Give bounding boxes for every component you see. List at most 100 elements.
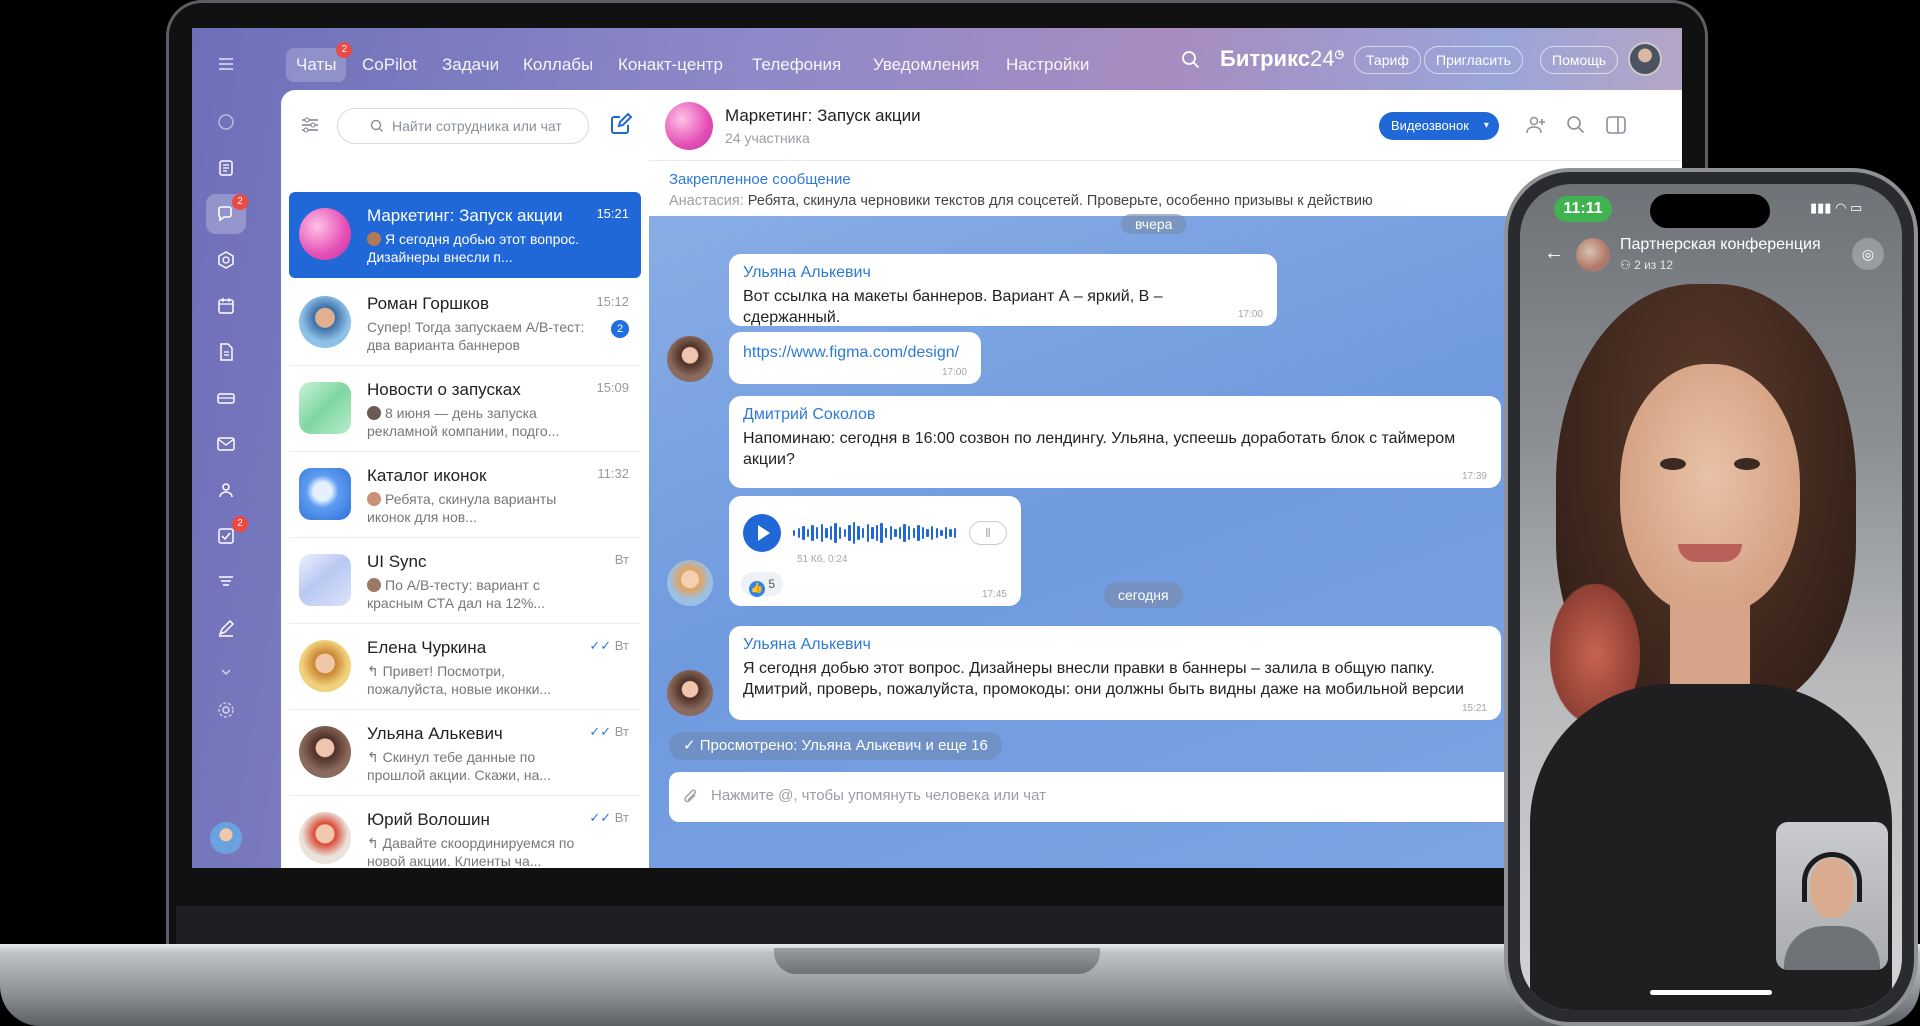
nav-tasks[interactable]: Задачи [432,48,509,82]
sender-mini-avatar [367,578,381,592]
message-bubble[interactable]: Ульяна Алькевич Я сегодня добью этот воп… [729,626,1501,720]
day-separator-today: сегодня [1104,582,1183,608]
pinned-label: Закрепленное сообщение [669,171,851,188]
reaction-count: 5 [768,577,776,591]
tariff-button[interactable]: Тариф [1354,46,1421,74]
message-bubble[interactable]: Дмитрий Соколов Напоминаю: сегодня в 16:… [729,396,1501,488]
rail-user-avatar[interactable] [210,822,242,854]
rail-docs-icon[interactable] [206,332,246,372]
nav-chats[interactable]: Чаты 2 [286,42,353,82]
video-call-button[interactable]: Видеозвонок ▾ [1379,112,1499,140]
nav-telephony[interactable]: Телефония [742,48,851,82]
help-button[interactable]: Помощь [1540,46,1619,74]
seen-indicator[interactable]: ✓ Просмотрено: Ульяна Алькевич и еще 16 [669,732,1002,760]
filter-icon[interactable] [299,114,321,141]
rail-filter-icon[interactable] [206,562,246,602]
rail-collab-icon[interactable] [206,240,246,280]
reaction-badge[interactable]: 👍 5 [741,572,784,597]
chat-time-text: Вт [614,638,629,653]
sender-mini-avatar [367,406,381,420]
voice-meta: 51 Кб, 0:24 [797,554,848,565]
rail-tasks-icon[interactable]: 2 [206,516,248,556]
invite-button[interactable]: Пригласить [1424,46,1523,74]
message-time: 17:00 [941,367,967,378]
play-button[interactable] [743,514,781,552]
message-avatar[interactable] [667,560,713,606]
brand-logo: Битрикс24◷ [1220,46,1345,71]
chat-name: Маркетинг: Запуск акции [367,206,563,225]
participant-eye-right [1734,458,1760,470]
message-link[interactable]: https://www.figma.com/design/ [743,342,967,363]
waveform-bar [944,527,948,539]
rail-sign-icon[interactable] [206,608,246,648]
chat-time: ✓✓ Вт [589,810,629,826]
rail-team-icon[interactable] [206,470,246,510]
sidebar-toggle-icon[interactable] [1605,114,1627,141]
rail-chats-icon[interactable]: 2 [206,194,248,234]
chat-item-elena[interactable]: Елена Чуркина ✓✓ Вт ↰ Привет! Посмотри, … [289,624,641,710]
chat-item-marketing[interactable]: Маркетинг: Запуск акции 15:21 Я сегодня … [289,192,641,278]
chat-search-input[interactable]: Найти сотрудника или чат [337,108,589,144]
rail-more-chevron-icon[interactable] [206,652,246,692]
voice-speed-icon[interactable]: ⦀ [969,521,1007,545]
chat-item-icons[interactable]: Каталог иконок 11:32 Ребята, скинула вар… [289,452,641,538]
voice-waveform[interactable] [793,522,963,544]
user-avatar[interactable] [1628,42,1662,76]
new-chat-icon[interactable] [609,112,633,141]
chat-item-ulyana[interactable]: Ульяна Алькевич ✓✓ Вт ↰ Скинул тебе данн… [289,710,641,796]
rail-drive-icon[interactable] [206,378,246,418]
message-bubble-link[interactable]: https://www.figma.com/design/ 17:00 [729,332,981,384]
call-subtitle-text: 2 из 12 [1634,258,1673,272]
chat-avatar [299,640,351,692]
back-arrow-icon[interactable]: ← [1544,242,1564,265]
call-signal-icon[interactable]: ◎ [1852,238,1884,270]
rail-calendar-icon[interactable] [206,286,246,326]
chat-item-yuri[interactable]: Юрий Волошин ✓✓ Вт ↰ Давайте скоординиру… [289,796,641,868]
chat-time: ✓✓ Вт [589,638,629,654]
waveform-bar [829,526,833,540]
message-author: Дмитрий Соколов [743,406,876,423]
search-icon[interactable] [1180,49,1202,76]
chat-item-uisync[interactable]: UI Sync Вт По А/В-тесту: вариант с красн… [289,538,641,624]
waveform-bar [857,526,860,540]
nav-settings[interactable]: Настройки [996,48,1099,82]
nav-collabs[interactable]: Коллабы [513,48,603,82]
chat-snippet: Я сегодня добью этот вопрос. Дизайнеры в… [367,230,585,268]
chat-item-roman[interactable]: Роман Горшков 15:12 Супер! Тогда запуска… [289,280,641,366]
nav-contact-center[interactable]: Конакт-центр [608,48,733,82]
rail-feed-icon[interactable] [206,148,246,188]
waveform-bar [848,525,851,541]
voice-message-bubble[interactable]: ⦀ 51 Кб, 0:24 👍 5 17:45 [729,496,1021,606]
waveform-bar [820,524,823,542]
chat-name: Елена Чуркина [367,638,487,657]
chat-subtitle: 24 участника [725,130,810,146]
nav-notifications[interactable]: Уведомления [863,48,989,82]
chat-name: Каталог иконок [367,466,487,485]
message-bubble[interactable]: Ульяна Алькевич Вот ссылка на макеты бан… [729,254,1277,326]
message-text: Напоминаю: сегодня в 16:00 созвон по лен… [743,430,1456,468]
call-title: Партнерская конференция [1620,236,1821,253]
participant-eye-left [1660,458,1686,470]
message-time: 15:21 [1461,703,1487,714]
chat-name: Юрий Волошин [367,810,490,829]
waveform-bar [866,524,869,542]
chat-time: 15:21 [596,206,629,221]
waveform-bar [802,526,805,540]
waveform-bar [843,529,846,537]
nav-copilot[interactable]: CoPilot [352,48,427,82]
rail-gear-icon[interactable] [206,690,246,730]
message-avatar[interactable] [667,336,713,382]
menu-icon[interactable] [216,54,236,74]
chat-time: 15:12 [596,294,629,309]
rail-copilot-icon[interactable] [206,102,246,142]
self-video-preview[interactable] [1776,822,1888,970]
search-input-icon [370,119,383,132]
people-icon: ⚇ [1620,258,1635,272]
paperclip-icon[interactable] [681,787,701,807]
chat-search-icon[interactable] [1565,114,1587,141]
rail-mail-icon[interactable] [206,424,246,464]
message-avatar[interactable] [667,670,713,716]
add-user-icon[interactable] [1525,114,1547,141]
chat-item-news[interactable]: Новости о запусках 15:09 8 июня — день з… [289,366,641,452]
waveform-bar [816,527,819,539]
